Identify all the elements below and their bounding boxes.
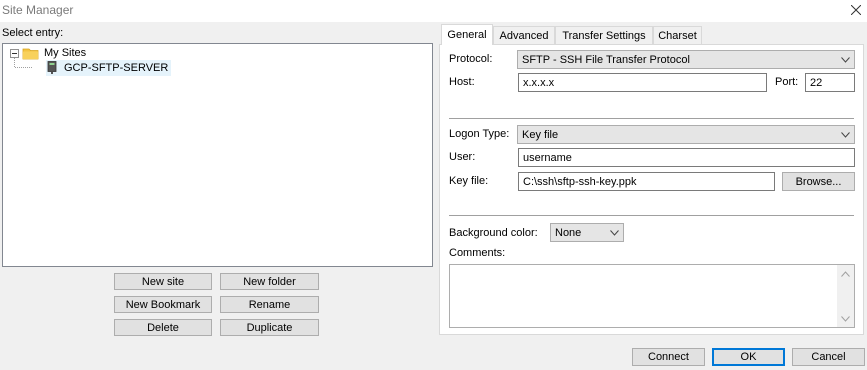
key-file-value: C:\ssh\sftp-ssh-key.ppk — [523, 175, 637, 188]
user-value: username — [523, 151, 572, 164]
background-color-value: None — [555, 226, 582, 239]
port-value: 22 — [810, 76, 823, 89]
new-site-button[interactable]: New site — [114, 273, 212, 290]
ok-button[interactable]: OK — [712, 348, 785, 366]
collapse-toggle-icon[interactable] — [10, 48, 19, 58]
tab-charset[interactable]: Charset — [653, 26, 702, 45]
key-file-input[interactable]: C:\ssh\sftp-ssh-key.ppk — [518, 172, 775, 191]
tab-general[interactable]: General — [441, 24, 493, 45]
window-title: Site Manager — [2, 3, 74, 17]
chevron-down-icon — [841, 315, 850, 322]
logon-type-select[interactable]: Key file — [517, 125, 855, 144]
background-color-label: Background color: — [449, 227, 538, 239]
new-bookmark-button[interactable]: New Bookmark — [114, 296, 212, 313]
logon-type-label: Logon Type: — [449, 128, 510, 140]
comments-textarea[interactable] — [449, 264, 855, 328]
protocol-label: Protocol: — [449, 53, 493, 65]
new-folder-button[interactable]: New folder — [220, 273, 319, 290]
select-entry-label: Select entry: — [2, 27, 64, 39]
rename-button[interactable]: Rename — [220, 296, 319, 313]
duplicate-button[interactable]: Duplicate — [220, 319, 319, 336]
separator — [449, 118, 854, 119]
tab-advanced[interactable]: Advanced — [493, 26, 555, 45]
tree-root-label: My Sites — [44, 47, 87, 59]
host-label: Host: — [449, 76, 475, 88]
protocol-value: SFTP - SSH File Transfer Protocol — [522, 53, 690, 66]
comments-scrollbar[interactable] — [837, 265, 854, 327]
tree-node-site[interactable]: GCP-SFTP-SERVER — [46, 60, 172, 76]
host-value: x.x.x.x — [523, 76, 555, 89]
server-icon — [47, 61, 57, 74]
user-label: User: — [449, 151, 476, 163]
chevron-down-icon — [610, 229, 619, 236]
tab-transfer-settings[interactable]: Transfer Settings — [555, 26, 653, 45]
cancel-button[interactable]: Cancel — [792, 348, 865, 366]
site-tree[interactable]: My Sites GCP-SFTP-SERVER — [2, 43, 433, 267]
connect-button[interactable]: Connect — [632, 348, 705, 366]
scroll-down-arrow[interactable] — [837, 310, 854, 327]
comments-label: Comments: — [449, 247, 506, 259]
logon-type-value: Key file — [522, 128, 559, 141]
close-icon — [851, 5, 861, 15]
chevron-down-icon — [841, 131, 850, 138]
tree-connector — [14, 58, 32, 68]
user-input[interactable]: username — [518, 148, 855, 167]
browse-button[interactable]: Browse... — [782, 172, 855, 191]
chevron-up-icon — [841, 270, 850, 277]
site-label: GCP-SFTP-SERVER — [64, 62, 169, 74]
close-button[interactable] — [845, 0, 867, 20]
chevron-down-icon — [841, 56, 850, 63]
port-input[interactable]: 22 — [805, 73, 855, 92]
host-input[interactable]: x.x.x.x — [518, 73, 767, 92]
delete-button[interactable]: Delete — [114, 319, 212, 336]
background-color-select[interactable]: None — [550, 223, 624, 242]
port-label: Port: — [775, 76, 799, 88]
scroll-up-arrow[interactable] — [837, 265, 854, 282]
title-bar: Site Manager — [0, 0, 867, 22]
separator — [449, 215, 854, 216]
protocol-select[interactable]: SFTP - SSH File Transfer Protocol — [517, 50, 855, 69]
key-file-label: Key file: — [449, 175, 489, 187]
